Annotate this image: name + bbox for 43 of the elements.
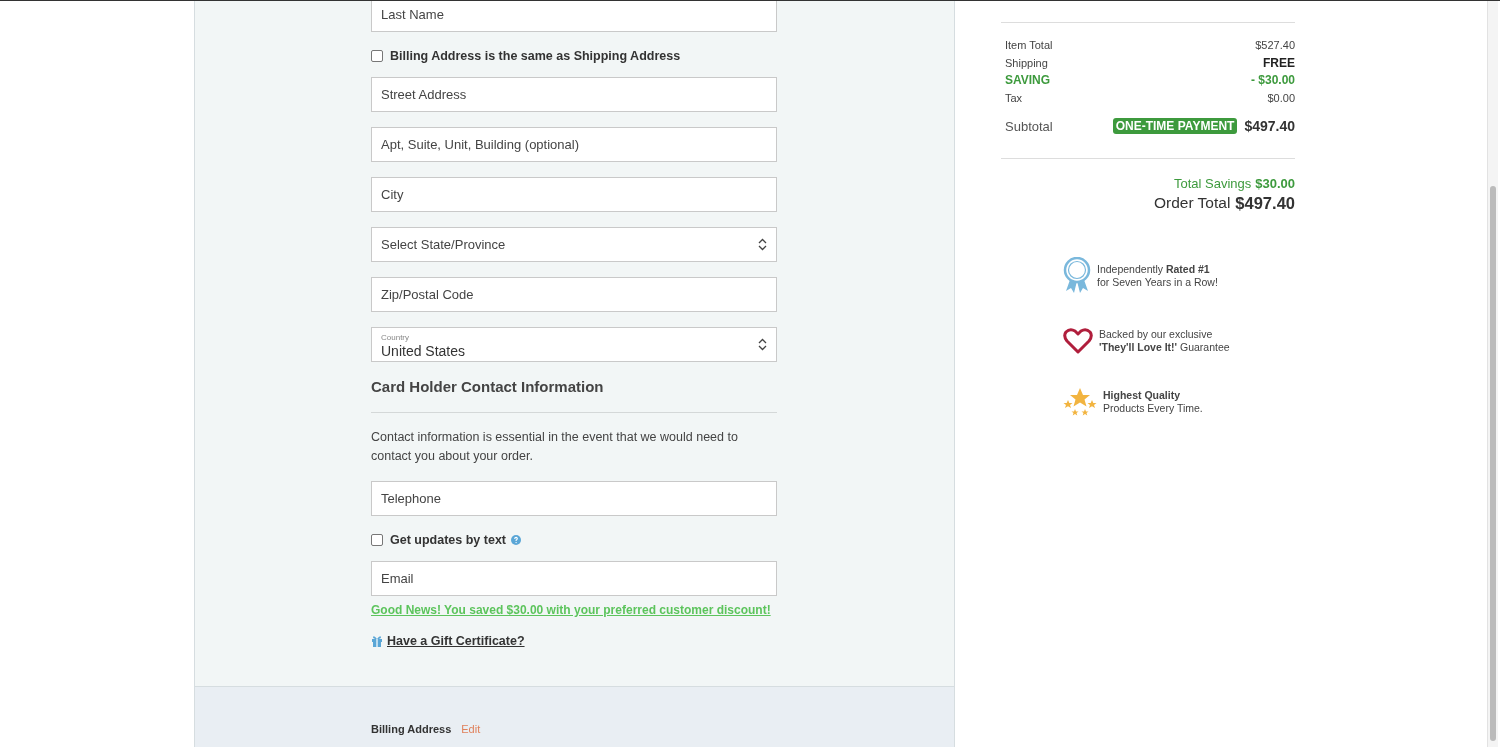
guarantee-text: Highest Quality Products Every Time. (1103, 389, 1203, 415)
summary-label: Tax (1005, 90, 1023, 106)
checkbox-label: Get updates by text (390, 533, 506, 547)
contact-note: Contact information is essential in the event that we would need to contact you about your order. (371, 429, 739, 465)
email-field[interactable]: Email (371, 561, 777, 596)
text-field[interactable]: Last Name (371, 1, 777, 32)
text-field[interactable]: Zip/Postal Code (371, 277, 777, 312)
gift-icon (371, 635, 383, 647)
summary-label: SAVING (1005, 73, 1051, 89)
chevron-up-down-icon (758, 338, 767, 351)
subtotal-value: $497.40 (1244, 118, 1295, 134)
checkbox-label: Billing Address is the same as Shipping Address (390, 49, 681, 63)
help-icon[interactable] (511, 535, 521, 545)
summary-value: - $30.00 (1250, 73, 1295, 89)
billing-label: Billing Address (371, 723, 452, 735)
select-field[interactable]: Select State/Province (371, 227, 777, 262)
checkbox[interactable] (371, 50, 383, 62)
summary-label: Item Total (1005, 38, 1053, 53)
section-heading: Card Holder Contact Information (371, 378, 605, 395)
total-savings-value: $30.00 (1255, 176, 1295, 191)
heart-icon (1063, 327, 1093, 355)
order-total-value: $497.40 (1235, 194, 1295, 213)
guarantee-text: Independently Rated #1 for Seven Years in a Row! (1097, 263, 1218, 289)
summary-value: FREE (1263, 55, 1295, 71)
total-savings-label: Total Savings (1173, 176, 1252, 191)
scrollbar[interactable] (1487, 1, 1498, 747)
chevron-up-down-icon (758, 238, 767, 251)
checkbox[interactable] (371, 534, 383, 546)
summary-value: $0.00 (1267, 90, 1295, 106)
text-field[interactable]: City (371, 177, 777, 212)
gift-certificate-link[interactable]: Have a Gift Certificate? (387, 634, 525, 648)
order-total-label: Order Total (1153, 194, 1231, 213)
guarantee-text: Backed by our exclusive 'They'll Love It!' Guarantee (1099, 328, 1230, 354)
award-ribbon-icon (1063, 257, 1091, 295)
stars-icon (1063, 387, 1097, 417)
subtotal-label: Subtotal (1005, 118, 1053, 134)
telephone-field[interactable]: Telephone (371, 481, 777, 516)
text-field[interactable]: Street Address (371, 77, 777, 112)
summary-label: Shipping (1005, 55, 1048, 71)
summary-value: $527.40 (1255, 38, 1295, 53)
select-field[interactable]: Country United States (371, 327, 777, 362)
text-field[interactable]: Apt, Suite, Unit, Building (optional) (371, 127, 777, 162)
payment-badge: ONE-TIME PAYMENT (1112, 118, 1238, 134)
